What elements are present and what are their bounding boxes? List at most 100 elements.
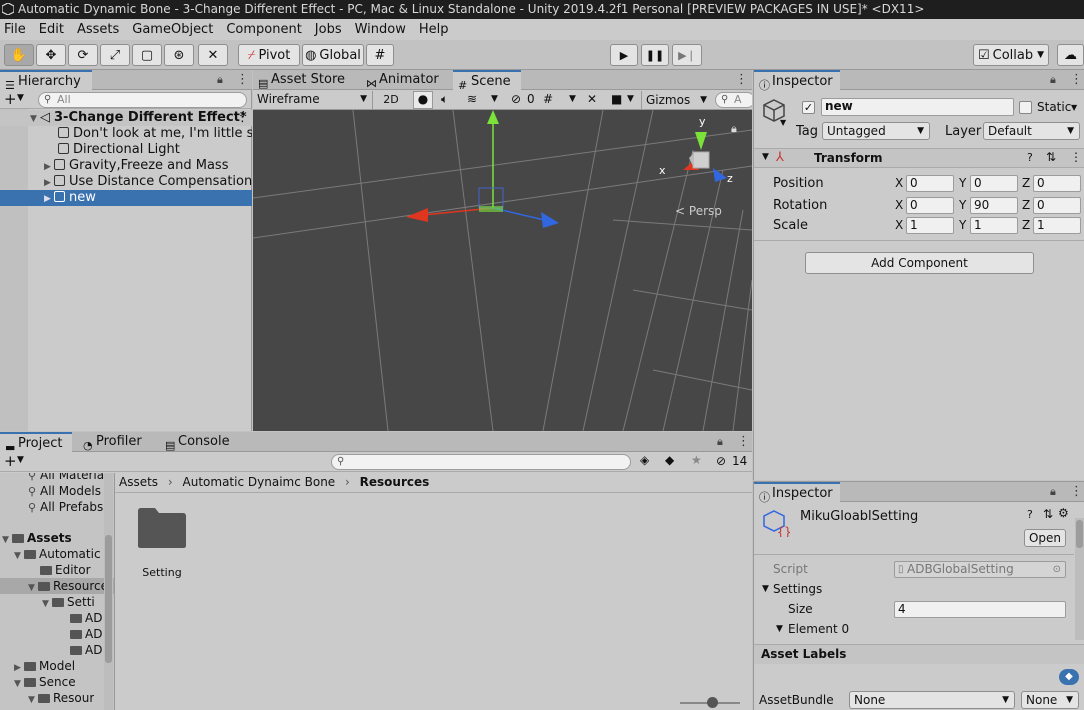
tab-scene[interactable]: # Scene bbox=[453, 70, 521, 92]
hierarchy-scene-row[interactable]: ▼ ◁ 3-Change Different Effect* ⋮ bbox=[0, 110, 252, 126]
step-button[interactable]: ▶❘ bbox=[672, 44, 702, 66]
scene-search-input[interactable]: ⚲ A bbox=[715, 92, 752, 108]
gear-icon[interactable]: ⚙ bbox=[1058, 506, 1069, 520]
gizmo-lock-icon[interactable]: 🔒︎ bbox=[731, 122, 737, 136]
more-options-icon[interactable]: ⋮ bbox=[735, 72, 748, 87]
create-plus-icon[interactable]: + bbox=[4, 90, 17, 108]
tree-item[interactable]: ▼ Sence bbox=[14, 674, 76, 690]
rotation-x-input[interactable]: 0 bbox=[906, 197, 954, 214]
project-grid-item[interactable]: Setting bbox=[130, 507, 194, 587]
icon-chevron-down-icon[interactable]: ▼ bbox=[780, 118, 786, 127]
scale-z-input[interactable]: 1 bbox=[1033, 217, 1081, 234]
static-checkbox[interactable] bbox=[1019, 101, 1032, 114]
create-chevron-down-icon[interactable]: ▼ bbox=[17, 455, 24, 465]
assetbundle-dropdown[interactable]: None ▼ bbox=[849, 691, 1015, 709]
menu-file[interactable]: File bbox=[4, 22, 26, 37]
collapsed-triangle-icon[interactable]: ▶ bbox=[44, 191, 54, 206]
transform-tool-button[interactable]: ⊛ bbox=[164, 44, 194, 66]
collab-dropdown[interactable]: ☑ Collab ▼ bbox=[973, 44, 1049, 66]
expanded-triangle-icon[interactable]: ▼ bbox=[14, 676, 24, 690]
tree-scrollbar-thumb[interactable] bbox=[105, 535, 112, 663]
effects-icon[interactable]: ≋ bbox=[467, 92, 477, 106]
rotation-z-input[interactable]: 0 bbox=[1033, 197, 1081, 214]
gizmos-dropdown[interactable]: Gizmos ▼ bbox=[641, 91, 711, 109]
move-tool-button[interactable]: ✥ bbox=[36, 44, 66, 66]
inspector-scrollbar[interactable] bbox=[1075, 518, 1084, 640]
inspector-scrollbar-thumb[interactable] bbox=[1076, 520, 1083, 548]
position-x-input[interactable]: 0 bbox=[906, 175, 954, 192]
lighting-toggle[interactable]: ● bbox=[413, 91, 433, 109]
position-z-input[interactable]: 0 bbox=[1033, 175, 1081, 192]
breadcrumb-item[interactable]: Assets bbox=[119, 475, 158, 489]
breadcrumb-item[interactable]: Automatic Dynaimc Bone bbox=[183, 475, 336, 489]
more-options-icon[interactable]: ⋮ bbox=[1070, 484, 1083, 499]
expanded-triangle-icon[interactable]: ▼ bbox=[776, 624, 783, 634]
expanded-triangle-icon[interactable]: ▼ bbox=[2, 532, 12, 546]
lock-icon[interactable]: 🔒︎ bbox=[717, 435, 723, 449]
create-plus-icon[interactable]: + bbox=[4, 452, 17, 470]
tag-dropdown[interactable]: Untagged ▼ bbox=[822, 122, 930, 140]
more-options-icon[interactable]: ⋮ bbox=[737, 434, 750, 449]
hierarchy-item[interactable]: Directional Light bbox=[0, 142, 252, 158]
tab-inspector[interactable]: ⓘ Inspector bbox=[754, 482, 840, 504]
collapsed-triangle-icon[interactable]: ▶ bbox=[44, 159, 54, 174]
assetbundle-variant-dropdown[interactable]: None ▼ bbox=[1021, 691, 1079, 709]
collapsed-triangle-icon[interactable]: ▶ bbox=[44, 175, 54, 190]
play-button[interactable]: ▶ bbox=[610, 44, 638, 66]
help-icon[interactable]: ? bbox=[1027, 151, 1033, 164]
rect-tool-button[interactable]: ▢ bbox=[132, 44, 162, 66]
tab-animator[interactable]: ⋈ Animator bbox=[361, 70, 453, 90]
tree-item[interactable]: AD bbox=[70, 610, 102, 626]
2d-toggle[interactable]: 2D bbox=[379, 91, 403, 109]
more-options-icon[interactable]: ⋮ bbox=[236, 72, 249, 87]
size-input[interactable]: 4 bbox=[894, 601, 1066, 618]
lock-icon[interactable]: 🔒︎ bbox=[217, 73, 223, 87]
tab-asset-store[interactable]: ▤ Asset Store bbox=[253, 70, 361, 90]
zoom-slider-thumb[interactable] bbox=[707, 697, 718, 708]
audio-icon[interactable]: 🔈︎ bbox=[441, 92, 448, 107]
expanded-triangle-icon[interactable]: ▼ bbox=[14, 548, 24, 562]
project-search-input[interactable]: ⚲ bbox=[331, 454, 631, 470]
filter-by-type-icon[interactable]: ◈ bbox=[640, 453, 649, 467]
hierarchy-search-input[interactable]: ⚲ All bbox=[38, 92, 247, 108]
preset-sliders-icon[interactable]: ⇅ bbox=[1043, 507, 1053, 521]
menu-help[interactable]: Help bbox=[419, 22, 449, 37]
expanded-triangle-icon[interactable]: ▼ bbox=[30, 111, 40, 126]
expanded-triangle-icon[interactable]: ▼ bbox=[762, 584, 769, 594]
grid-icon[interactable]: # bbox=[543, 92, 553, 106]
filter-by-label-icon[interactable]: ◆ bbox=[665, 453, 674, 467]
effects-chevron-down-icon[interactable]: ▼ bbox=[491, 94, 498, 104]
lock-icon[interactable]: 🔒︎ bbox=[1050, 485, 1056, 499]
tree-item[interactable]: Editor bbox=[40, 562, 91, 578]
help-icon[interactable]: ? bbox=[1027, 508, 1033, 521]
tab-project[interactable]: ▬ Project bbox=[0, 432, 72, 454]
camera-icon[interactable]: ■ bbox=[611, 92, 622, 106]
tab-hierarchy[interactable]: ☰ Hierarchy bbox=[0, 70, 92, 92]
tree-item[interactable]: ▼ Setti bbox=[42, 594, 95, 610]
hierarchy-item[interactable]: ▶ Use Distance Compensation bbox=[0, 174, 252, 190]
rotation-y-input[interactable]: 90 bbox=[970, 197, 1018, 214]
active-checkbox[interactable]: ✓ bbox=[802, 101, 815, 114]
tree-item-assets[interactable]: ▼ Assets bbox=[2, 530, 72, 546]
tab-profiler[interactable]: ◔ Profiler bbox=[78, 432, 158, 452]
hierarchy-item-selected[interactable]: ▶ new bbox=[0, 190, 252, 206]
favorite-star-icon[interactable]: ★ bbox=[691, 453, 702, 467]
pause-button[interactable]: ❚❚ bbox=[641, 44, 669, 66]
object-name-input[interactable]: new bbox=[821, 98, 1014, 116]
favorites-search-item[interactable]: ⚲ All Models bbox=[28, 483, 101, 499]
global-toggle[interactable]: ◍ Global bbox=[302, 44, 364, 66]
tree-scrollbar[interactable] bbox=[104, 473, 113, 710]
hidden-objects-icon[interactable]: ⊘ bbox=[511, 92, 521, 106]
position-y-input[interactable]: 0 bbox=[970, 175, 1018, 192]
menu-assets[interactable]: Assets bbox=[77, 22, 119, 37]
preset-sliders-icon[interactable]: ⇅ bbox=[1046, 150, 1056, 164]
add-component-button[interactable]: Add Component bbox=[805, 252, 1034, 274]
camera-chevron-down-icon[interactable]: ▼ bbox=[627, 94, 634, 104]
expanded-triangle-icon[interactable]: ▼ bbox=[762, 152, 769, 162]
expanded-triangle-icon[interactable]: ▼ bbox=[42, 596, 52, 610]
pivot-toggle[interactable]: ⌿ Pivot bbox=[238, 44, 300, 66]
tree-item[interactable]: ▼ Automatic bbox=[14, 546, 101, 562]
tree-item[interactable]: ▶ Model bbox=[14, 658, 75, 674]
transform-header[interactable]: ▼ ⅄ Transform ? ⇅ ⋮ bbox=[754, 148, 1084, 168]
menu-gameobject[interactable]: GameObject bbox=[132, 22, 213, 37]
